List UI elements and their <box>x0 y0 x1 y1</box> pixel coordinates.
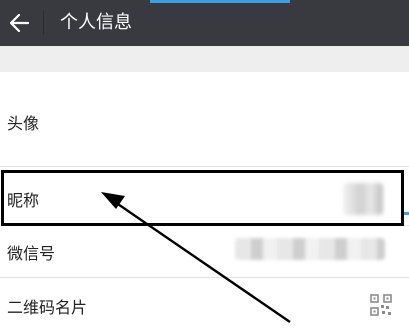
avatar-row[interactable]: 头像 <box>0 72 409 167</box>
nickname-label: 昵称 <box>7 191 40 210</box>
nickname-value-blurred <box>343 183 383 215</box>
title-divider <box>43 11 44 35</box>
wechat-id-label: 微信号 <box>7 244 56 263</box>
section-spacer <box>0 46 409 72</box>
qr-card-label: 二维码名片 <box>7 298 88 317</box>
qr-code-icon <box>370 294 392 316</box>
arrow-left-icon <box>9 13 30 33</box>
title-bar: 个人信息 <box>0 0 409 46</box>
back-button[interactable] <box>5 9 33 37</box>
wechat-id-value-blurred <box>235 238 385 260</box>
avatar-label: 头像 <box>7 114 40 133</box>
row-divider <box>0 166 409 167</box>
qr-card-row[interactable]: 二维码名片 <box>0 278 409 333</box>
edge-accent <box>404 212 409 215</box>
accent-line <box>150 0 290 3</box>
page-title: 个人信息 <box>60 12 132 33</box>
